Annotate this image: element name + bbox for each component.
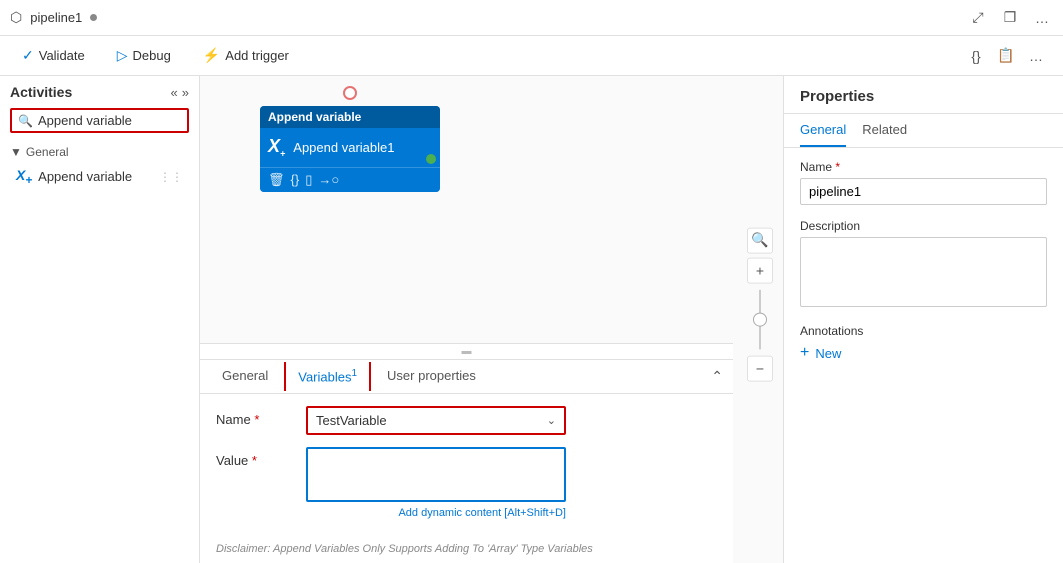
prop-description-textarea[interactable] xyxy=(800,237,1047,307)
canvas-zoom-controls: 🔍 + − xyxy=(747,227,773,381)
panel-collapse-icon[interactable]: ⌃ xyxy=(711,368,723,385)
node-delete-icon[interactable]: 🗑 xyxy=(268,172,285,188)
name-field-row: Name * TestVariable ⌄ xyxy=(216,406,717,435)
append-variable-icon: X+ xyxy=(16,167,32,187)
value-label: Value * xyxy=(216,447,296,468)
bottom-content: Name * TestVariable ⌄ Value * xyxy=(200,394,733,543)
properties-body: Name * Description Annotations + New xyxy=(784,148,1063,563)
name-label: Name * xyxy=(216,406,296,427)
name-select[interactable]: TestVariable ⌄ xyxy=(306,406,566,435)
main-layout: Activities « » 🔍 ▼ General X+ Append var… xyxy=(0,76,1063,563)
trigger-icon: ⚡ xyxy=(203,47,220,64)
pipeline-icon: ⬡ xyxy=(10,9,22,26)
canvas-area[interactable]: Append variable X+ Append variable1 🗑 {}… xyxy=(200,76,783,563)
search-box[interactable]: 🔍 xyxy=(10,108,189,133)
canvas-zoom-slider[interactable] xyxy=(759,289,761,349)
toolbar: ✓ Validate ▷ Debug ⚡ Add trigger {} 📋 … xyxy=(0,36,1063,76)
prop-name-required: * xyxy=(835,160,840,174)
debug-button[interactable]: ▷ Debug xyxy=(111,43,177,68)
sidebar-collapse[interactable]: « » xyxy=(171,85,189,100)
collapse-right-icon: » xyxy=(182,85,189,100)
canvas-search-btn[interactable]: 🔍 xyxy=(747,227,773,253)
tab-variables[interactable]: Variables1 xyxy=(284,362,371,390)
prop-description-field: Description xyxy=(800,219,1047,310)
top-bar-icons: ⤢ ❐ … xyxy=(967,7,1053,29)
panel-resize-handle[interactable]: ▬ xyxy=(200,344,733,360)
canvas-zoom-out-btn[interactable]: − xyxy=(747,355,773,381)
annotations-section: Annotations + New xyxy=(800,324,1047,362)
value-field-row: Value * Add dynamic content [Alt+Shift+D… xyxy=(216,447,717,519)
publish-icon[interactable]: 📋 xyxy=(995,45,1017,67)
prop-description-label: Description xyxy=(800,219,1047,233)
value-textarea-wrapper: Add dynamic content [Alt+Shift+D] xyxy=(306,447,566,519)
node-header: Append variable xyxy=(260,106,440,128)
properties-tabs: General Related xyxy=(784,114,1063,148)
variables-badge: 1 xyxy=(351,368,357,379)
annotations-label: Annotations xyxy=(800,324,1047,338)
tab-user-properties[interactable]: User properties xyxy=(375,360,488,393)
sidebar-item-label: Append variable xyxy=(38,169,132,184)
disclaimer-text: Disclaimer: Append Variables Only Suppor… xyxy=(200,543,733,563)
collapse-left-icon: « xyxy=(171,85,178,100)
top-bar: ⬡ pipeline1 ⤢ ❐ … xyxy=(0,0,1063,36)
canvas-zoom-thumb[interactable] xyxy=(753,312,767,326)
plus-icon: + xyxy=(800,344,809,362)
node-toolbar: 🗑 {} ▯ →○ xyxy=(260,167,440,192)
properties-tab-general[interactable]: General xyxy=(800,122,846,147)
monitor-icon[interactable]: ❐ xyxy=(999,7,1021,29)
value-required: * xyxy=(252,453,257,468)
validate-icon: ✓ xyxy=(22,47,34,64)
more-options-icon[interactable]: … xyxy=(1031,7,1053,29)
node-code-icon[interactable]: {} xyxy=(291,172,300,187)
canvas-zoom-in-btn[interactable]: + xyxy=(747,257,773,283)
node-status-dot xyxy=(426,154,436,164)
dynamic-content-link[interactable]: Add dynamic content [Alt+Shift+D] xyxy=(306,507,566,519)
name-required: * xyxy=(254,412,259,427)
section-label: General xyxy=(26,145,69,159)
expand-icon[interactable]: ⤢ xyxy=(967,7,989,29)
pipeline-title: pipeline1 xyxy=(30,10,82,25)
tab-general[interactable]: General xyxy=(210,360,280,393)
prop-name-field: Name * xyxy=(800,160,1047,205)
sidebar-title: Activities xyxy=(10,84,72,100)
properties-tab-related[interactable]: Related xyxy=(862,122,907,147)
section-chevron-icon: ▼ xyxy=(10,145,22,159)
properties-title: Properties xyxy=(784,76,1063,114)
search-icon: 🔍 xyxy=(18,114,33,128)
debug-icon: ▷ xyxy=(117,47,128,64)
search-input[interactable] xyxy=(38,113,181,128)
drag-handle-icon: ⋮⋮ xyxy=(159,170,183,184)
bottom-panel: ▬ General Variables1 User properties ⌃ xyxy=(200,343,733,563)
activity-node[interactable]: Append variable X+ Append variable1 🗑 {}… xyxy=(260,106,440,192)
sidebar: Activities « » 🔍 ▼ General X+ Append var… xyxy=(0,76,200,563)
node-body-label: Append variable1 xyxy=(293,140,394,155)
node-copy-icon[interactable]: ▯ xyxy=(305,172,312,188)
activity-node-container[interactable]: Append variable X+ Append variable1 🗑 {}… xyxy=(260,106,440,192)
bottom-tabs: General Variables1 User properties ⌃ xyxy=(200,360,733,394)
more-toolbar-icon[interactable]: … xyxy=(1025,45,1047,67)
properties-panel: Properties General Related Name * xyxy=(783,76,1063,563)
annotations-add-button[interactable]: + New xyxy=(800,344,1047,362)
sidebar-general-section: ▼ General X+ Append variable ⋮⋮ xyxy=(0,141,199,195)
node-body: X+ Append variable1 xyxy=(260,128,440,167)
node-start-dot xyxy=(343,86,357,100)
select-arrow-icon: ⌄ xyxy=(547,414,556,427)
node-body-icon: X+ xyxy=(268,136,285,159)
annotations-new-label: New xyxy=(815,346,841,361)
sidebar-header: Activities « » xyxy=(0,76,199,108)
value-textarea[interactable] xyxy=(306,447,566,502)
prop-name-input[interactable] xyxy=(800,178,1047,205)
sidebar-section-general[interactable]: ▼ General xyxy=(10,145,189,159)
prop-name-label: Name * xyxy=(800,160,1047,174)
sidebar-item-append-variable[interactable]: X+ Append variable ⋮⋮ xyxy=(10,163,189,191)
node-connect-icon[interactable]: →○ xyxy=(318,172,339,187)
add-trigger-button[interactable]: ⚡ Add trigger xyxy=(197,43,295,68)
code-icon[interactable]: {} xyxy=(965,45,987,67)
unsaved-indicator xyxy=(90,14,97,21)
validate-button[interactable]: ✓ Validate xyxy=(16,43,91,68)
